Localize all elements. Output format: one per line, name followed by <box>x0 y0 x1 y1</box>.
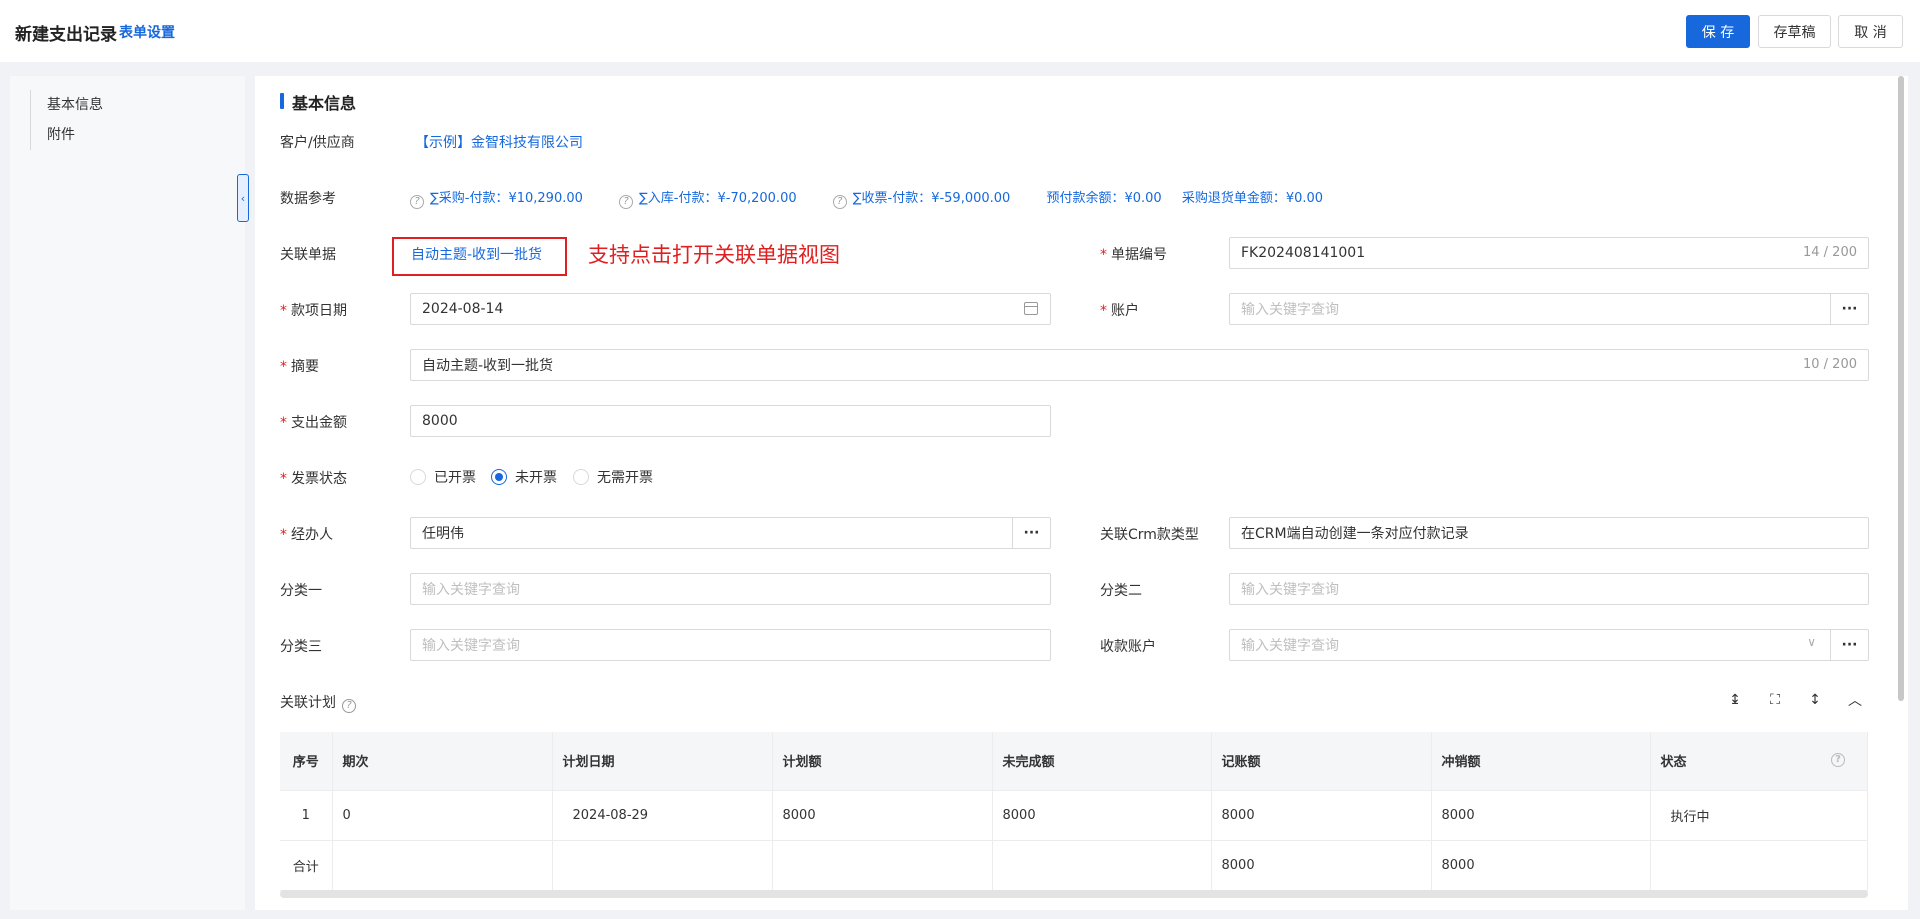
fullscreen-icon[interactable]: ⛶ <box>1765 690 1785 710</box>
ellipsis-icon[interactable]: ··· <box>1012 518 1050 548</box>
data-ref-prepay: 预付款余额：¥0.00 <box>1046 191 1162 206</box>
category-three-field[interactable]: 输入关键字查询 <box>410 629 1051 661</box>
row-height-icon[interactable]: ↨ <box>1725 690 1745 710</box>
ellipsis-icon[interactable]: ··· <box>1830 630 1868 660</box>
cell-total-booked: 8000 <box>1211 840 1432 891</box>
category-one-label: 分类一 <box>280 583 322 599</box>
plan-title: 关联计划? <box>280 692 356 713</box>
category-two-field[interactable]: 输入关键字查询 <box>1229 573 1869 605</box>
category-three-label: 分类三 <box>280 639 322 655</box>
radio-no-invoice-needed[interactable]: 无需开票 <box>573 467 653 487</box>
data-ref-stock-in: ∑入库-付款：¥-70,200.00 <box>639 191 797 206</box>
summary-count: 10 / 200 <box>1803 357 1857 372</box>
table-total-row: 合计 8000 8000 <box>280 840 1868 891</box>
plan-table: 序号 期次 计划日期 计划额 未完成额 记账额 冲销额 状态? 1 0 2024… <box>280 732 1868 891</box>
account-label: * 账户 <box>1100 303 1139 319</box>
help-icon: ? <box>832 195 847 209</box>
cell-total-writeoff: 8000 <box>1431 840 1651 891</box>
radio-invoiced[interactable]: 已开票 <box>410 467 476 487</box>
table-row[interactable]: 1 0 2024-08-29 8000 8000 8000 8000 执行中 <box>280 790 1868 841</box>
table-horizontal-scrollbar[interactable] <box>280 890 1868 898</box>
receive-account-label: 收款账户 <box>1100 639 1156 655</box>
cancel-button[interactable]: 取 消 <box>1838 15 1903 48</box>
section-title: 基本信息 <box>280 90 356 114</box>
section-sidebar: 基本信息 附件 <box>10 76 245 910</box>
save-draft-button[interactable]: 存草稿 <box>1758 15 1831 48</box>
save-button[interactable]: 保 存 <box>1686 15 1750 48</box>
help-icon: ? <box>1831 753 1845 767</box>
handler-label: * 经办人 <box>280 527 333 543</box>
cell-writeoff: 8000 <box>1431 790 1651 841</box>
customer-label: 客户/供应商 <box>280 135 355 151</box>
cell-total-empty <box>1650 840 1868 891</box>
ellipsis-icon[interactable]: ··· <box>1830 294 1868 324</box>
col-header: 冲销额 <box>1431 732 1651 791</box>
col-header: 序号 <box>280 732 333 791</box>
cell-plan-date: 2024-08-29 <box>552 790 773 841</box>
date-label: * 款项日期 <box>280 303 347 319</box>
column-height-icon[interactable]: ↕ <box>1805 690 1825 710</box>
page-title: 新建支出记录 <box>15 25 117 45</box>
category-one-field[interactable]: 输入关键字查询 <box>410 573 1051 605</box>
col-header: 计划额 <box>772 732 993 791</box>
invoice-status-label: * 发票状态 <box>280 471 347 487</box>
receive-account-select[interactable]: 输入关键字查询 ∨ ··· <box>1229 629 1869 661</box>
help-icon: ? <box>342 699 356 713</box>
col-header: 状态? <box>1650 732 1868 791</box>
category-two-label: 分类二 <box>1100 583 1142 599</box>
cell-total-empty <box>992 840 1212 891</box>
data-ref-values: ? ∑采购-付款：¥10,290.00 ? ∑入库-付款：¥-70,200.00 ?… <box>410 187 1339 209</box>
page-header: 新建支出记录 表单设置 保 存 存草稿 取 消 <box>0 0 1920 62</box>
annotation-note: 支持点击打开关联单据视图 <box>588 243 840 267</box>
customer-link[interactable]: 【示例】金智科技有限公司 <box>415 132 583 152</box>
col-header: 未完成额 <box>992 732 1212 791</box>
col-header: 期次 <box>332 732 553 791</box>
doc-no-field[interactable]: FK202408141001 14 / 200 <box>1229 237 1869 269</box>
cell-plan-amount: 8000 <box>772 790 993 841</box>
summary-field[interactable]: 自动主题-收到一批货 10 / 200 <box>410 349 1869 381</box>
crm-type-label: 关联Crm款类型 <box>1100 527 1199 543</box>
related-doc-link[interactable]: 自动主题-收到一批货 <box>411 244 542 264</box>
summary-label: * 摘要 <box>280 359 319 375</box>
related-doc-label: 关联单据 <box>280 247 336 263</box>
amount-field[interactable]: 8000 <box>410 405 1051 437</box>
help-icon: ? <box>619 195 634 209</box>
cell-status: 执行中 <box>1650 790 1868 841</box>
cell-index: 1 <box>280 790 333 841</box>
amount-label: * 支出金额 <box>280 415 347 431</box>
cell-total-empty <box>772 840 993 891</box>
sidebar-item-attachment[interactable]: 附件 <box>47 120 103 150</box>
form-main: 基本信息 客户/供应商 【示例】金智科技有限公司 数据参考 ? ∑采购-付款：¥1… <box>255 76 1908 910</box>
sidebar-collapse-icon[interactable]: ‹ <box>237 174 249 222</box>
doc-no-count: 14 / 200 <box>1803 245 1857 260</box>
cell-total-empty <box>332 840 553 891</box>
date-picker[interactable]: 2024-08-14 <box>410 293 1051 325</box>
section-nav: 基本信息 附件 <box>30 90 103 150</box>
col-header: 记账额 <box>1211 732 1432 791</box>
doc-no-label: * 单据编号 <box>1100 247 1167 263</box>
help-icon: ? <box>410 195 424 209</box>
chevron-down-icon[interactable]: ∨ <box>1807 635 1816 649</box>
calendar-icon[interactable] <box>1024 302 1038 315</box>
account-field[interactable]: 输入关键字查询 ··· <box>1229 293 1869 325</box>
table-header-row: 序号 期次 计划日期 计划额 未完成额 记账额 冲销额 状态? <box>280 732 1868 791</box>
cell-unfinished: 8000 <box>992 790 1212 841</box>
cell-period: 0 <box>332 790 553 841</box>
crm-type-field[interactable]: 在CRM端自动创建一条对应付款记录 <box>1229 517 1869 549</box>
data-ref-return: 采购退货单金额：¥0.00 <box>1181 191 1324 206</box>
col-header: 计划日期 <box>552 732 773 791</box>
cell-total-label: 合计 <box>280 840 333 891</box>
data-ref-purchase: ∑采购-付款：¥10,290.00 <box>430 191 583 206</box>
handler-field[interactable]: 任明伟 ··· <box>410 517 1051 549</box>
data-ref-label: 数据参考 <box>280 191 336 207</box>
sidebar-item-basic-info[interactable]: 基本信息 <box>47 90 103 120</box>
main-scrollbar[interactable] <box>1898 76 1904 910</box>
cell-total-empty <box>552 840 773 891</box>
radio-not-invoiced[interactable]: 未开票 <box>491 467 557 487</box>
form-settings-link[interactable]: 表单设置 <box>119 22 175 42</box>
cell-booked: 8000 <box>1211 790 1432 841</box>
collapse-up-icon[interactable]: ︿ <box>1845 690 1865 710</box>
data-ref-invoice: ∑收票-付款：¥-59,000.00 <box>852 191 1011 206</box>
